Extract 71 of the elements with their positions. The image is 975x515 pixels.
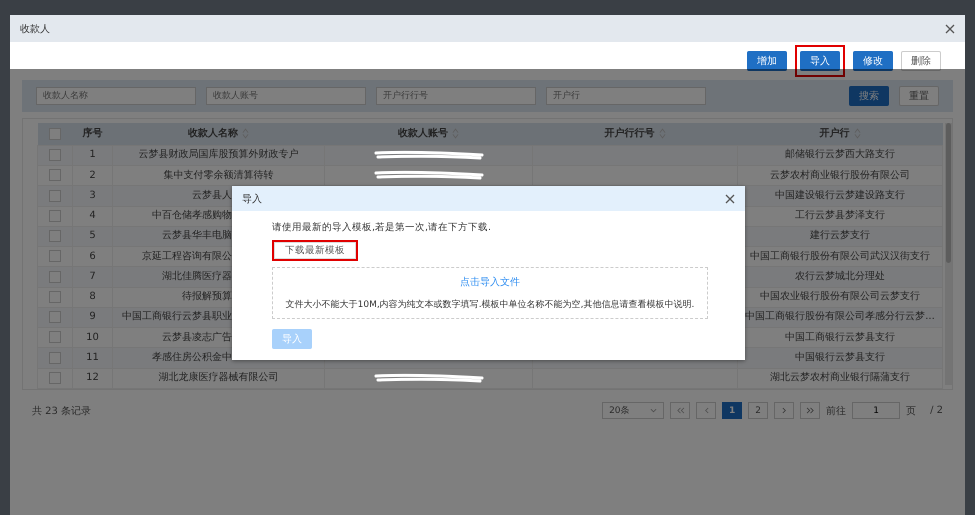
checkbox[interactable] — [49, 311, 61, 324]
table-cell: 3 — [72, 186, 112, 206]
table-cell: 中国银行云梦县支行 — [738, 348, 942, 368]
scrollbar-thumb[interactable] — [946, 123, 951, 263]
table-cell: 邮储银行云梦西大路支行 — [738, 145, 942, 166]
dialog-title: 导入 — [242, 192, 262, 206]
checkbox[interactable] — [49, 290, 61, 303]
table-cell: 7 — [72, 266, 112, 288]
chevron-icon — [782, 407, 787, 414]
page-input[interactable]: 1 — [852, 402, 900, 419]
record-count: 共 23 条记录 — [32, 404, 92, 418]
primary-button[interactable]: 导入 — [800, 51, 840, 71]
table-cell: 5 — [72, 226, 112, 247]
table-cell: 4 — [72, 206, 112, 226]
page-unit: 页 — [906, 404, 916, 418]
search-field[interactable]: 开户行行号 — [376, 87, 536, 105]
primary-button[interactable]: 增加 — [747, 51, 787, 71]
double-chevron-icon — [676, 407, 685, 414]
goto-label: 前往 — [826, 404, 846, 418]
table-cell: 云梦县财政局国库股预算外财政专户 — [112, 145, 324, 166]
page-count: / 2 — [930, 405, 943, 416]
checkbox[interactable] — [49, 270, 61, 283]
upload-link[interactable]: 点击导入文件 — [460, 274, 520, 289]
first-page-button[interactable] — [670, 402, 690, 419]
primary-button[interactable]: 修改 — [853, 51, 893, 71]
column-header[interactable]: 开户行行号 — [532, 123, 738, 146]
column-header[interactable]: 序号 — [72, 123, 112, 146]
default-button[interactable]: 删除 — [901, 51, 941, 71]
close-icon[interactable] — [945, 24, 955, 34]
sort-icon[interactable] — [658, 128, 666, 139]
upload-area[interactable]: 点击导入文件 文件大小不能大于10M,内容为纯文本或数字填写.模板中单位名称不能为空,其他信息请查看模板中说明. — [272, 267, 708, 319]
dropdown-icon — [650, 408, 658, 413]
checkbox[interactable] — [49, 230, 61, 242]
checkbox[interactable] — [49, 250, 61, 262]
checkbox[interactable] — [49, 149, 61, 161]
page-size-select[interactable]: 20条 — [602, 402, 664, 419]
primary-button[interactable]: 搜索 — [849, 86, 889, 106]
checkbox[interactable] — [49, 128, 61, 140]
page-button[interactable]: 1 — [722, 402, 742, 419]
checkbox[interactable] — [49, 190, 61, 202]
previous-page-button[interactable] — [696, 402, 716, 419]
search-field[interactable]: 收款人名称 — [36, 87, 196, 105]
next-page-button[interactable] — [774, 402, 794, 419]
last-page-button[interactable] — [800, 402, 820, 419]
default-button[interactable]: 重置 — [899, 86, 939, 106]
table-cell: 9 — [72, 307, 112, 328]
table-cell: 1 — [72, 145, 112, 166]
table-cell: 湖北云梦农村商业银行隔蒲支行 — [738, 368, 942, 388]
checkbox[interactable] — [49, 210, 61, 222]
chevron-icon — [704, 407, 709, 414]
table-cell: 湖北龙康医疗器械有限公司 — [112, 368, 324, 388]
dialog-title: 收款人 — [20, 22, 50, 36]
table-cell: 12 — [72, 368, 112, 388]
checkbox[interactable] — [49, 352, 61, 364]
sort-icon[interactable] — [242, 128, 249, 139]
checkbox[interactable] — [49, 331, 61, 344]
close-icon[interactable] — [725, 194, 735, 204]
column-header[interactable]: 收款人账号 — [324, 123, 532, 146]
download-button[interactable]: 下载最新模板 — [274, 242, 356, 259]
table-cell: 8 — [72, 287, 112, 308]
checkbox[interactable] — [49, 372, 61, 384]
page-button[interactable]: 2 — [748, 402, 768, 419]
sort-icon[interactable] — [854, 128, 860, 139]
double-chevron-icon — [806, 407, 815, 414]
table-cell: 11 — [72, 348, 112, 368]
column-header[interactable]: 开户行 — [738, 123, 942, 146]
column-header[interactable]: 收款人名称 — [112, 123, 324, 146]
sort-icon[interactable] — [452, 128, 459, 139]
search-field[interactable]: 收款人账号 — [206, 87, 366, 105]
search-field[interactable]: 开户行 — [546, 87, 706, 105]
checkbox[interactable] — [49, 169, 61, 182]
